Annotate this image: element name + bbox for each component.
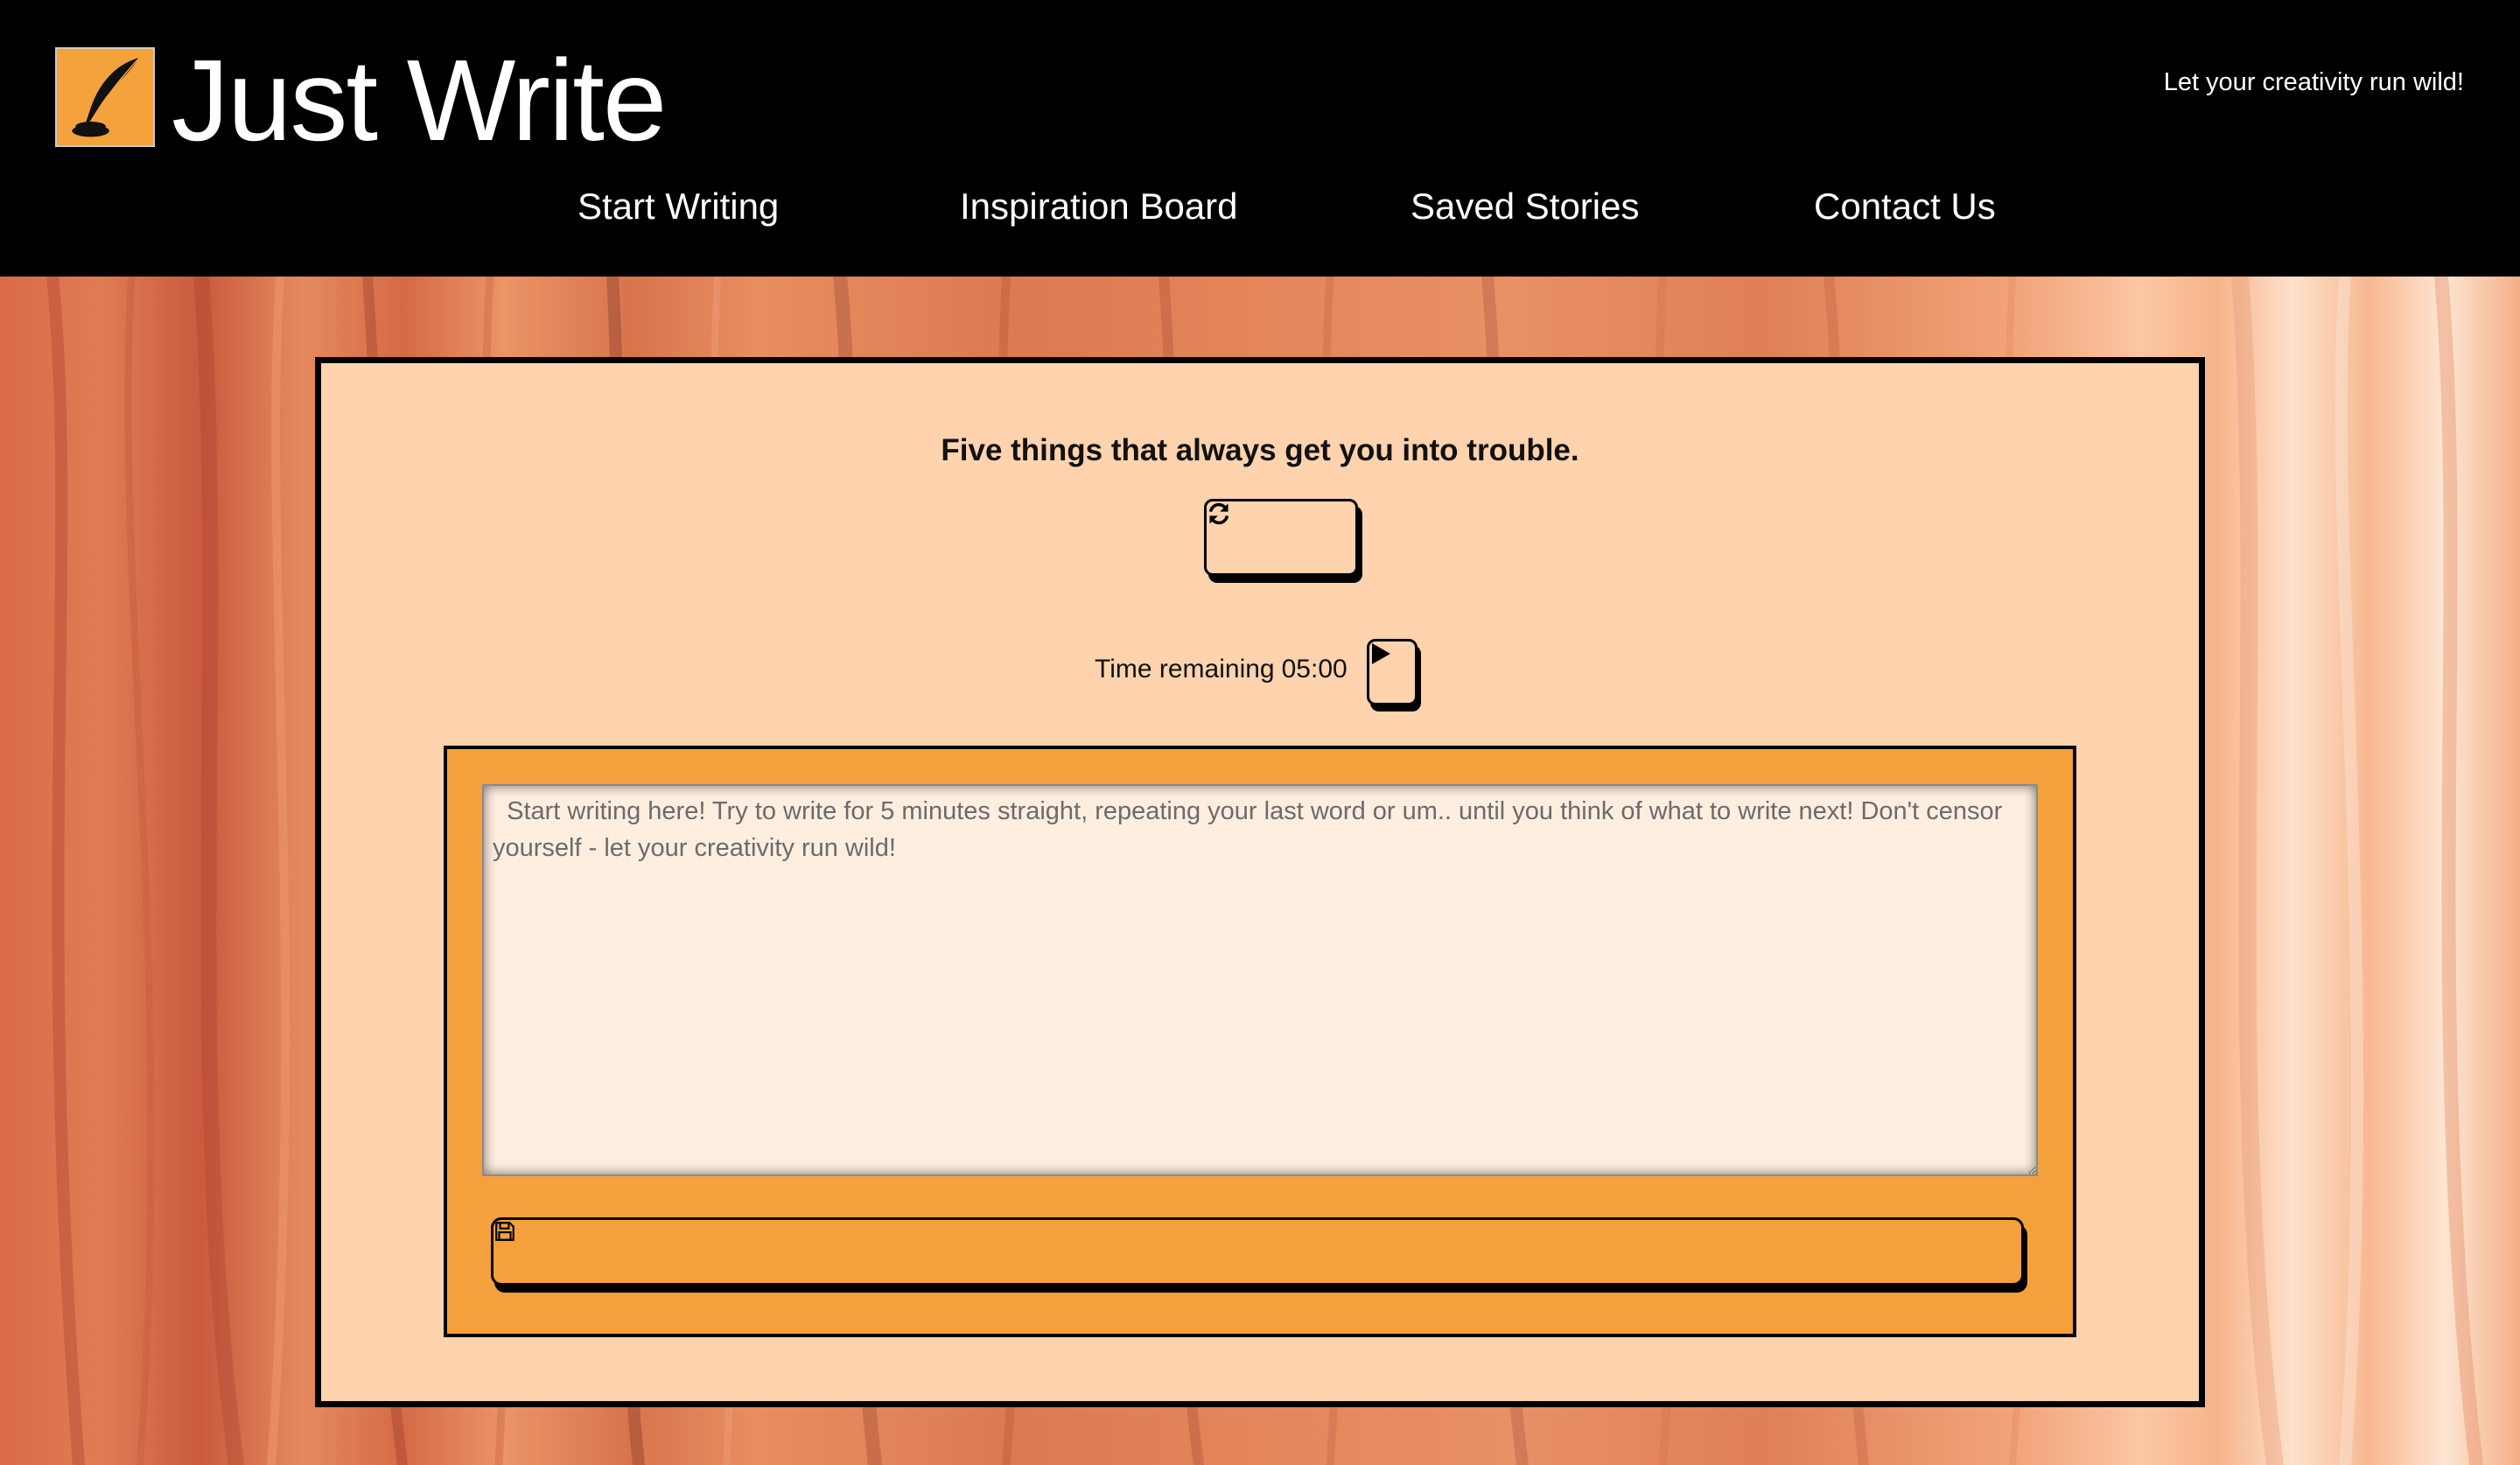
start-timer-button[interactable] [1367,639,1418,705]
play-icon [1372,643,1390,664]
editor-container [444,746,2076,1337]
site-header: Just Write Let your creativity run wild!… [0,0,2520,277]
timer-label: Time remaining [1095,655,1275,683]
timer-value: 05:00 [1281,655,1348,683]
writing-prompt: Five things that always get you into tro… [941,433,1579,467]
refresh-prompt-button[interactable] [1204,499,1358,576]
save-icon [495,1222,514,1241]
quill-inkwell-icon[interactable] [55,47,155,147]
refresh-icon [1208,502,1229,525]
story-textarea[interactable] [482,784,2038,1176]
wood-background: Five things that always get you into tro… [0,277,2520,1465]
main-nav: Start Writing Inspiration Board Saved St… [0,180,2520,233]
nav-saved-stories[interactable]: Saved Stories [1410,180,1639,233]
tagline: Let your creativity run wild! [2163,68,2464,96]
nav-contact-us[interactable]: Contact Us [1814,180,1996,233]
site-title[interactable]: Just Write [172,35,667,166]
timer-display: Time remaining 05:00 [1095,655,1348,684]
writing-panel: Five things that always get you into tro… [315,357,2205,1407]
save-story-button[interactable] [491,1217,2024,1286]
nav-start-writing[interactable]: Start Writing [578,180,779,233]
timer-row: Time remaining 05:00 [321,639,2199,709]
nav-inspiration-board[interactable]: Inspiration Board [960,180,1238,233]
